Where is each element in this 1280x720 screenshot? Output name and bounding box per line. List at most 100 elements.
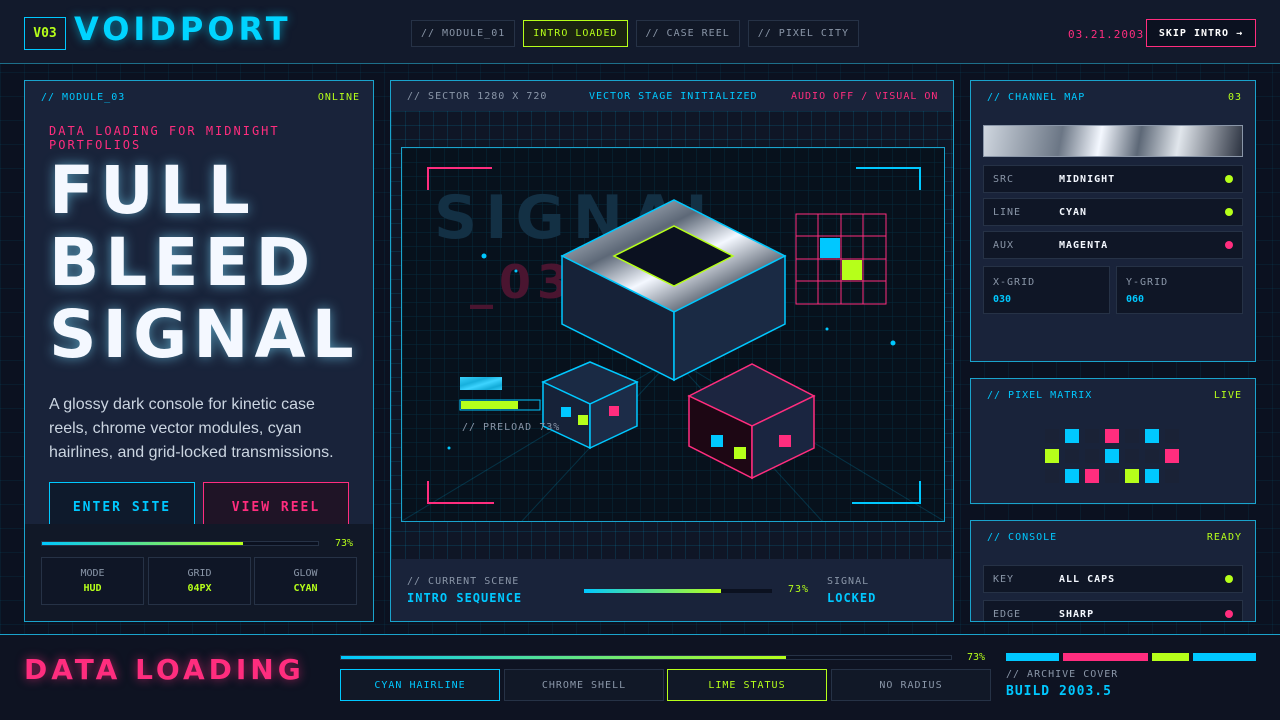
matrix-pixel bbox=[1045, 469, 1059, 483]
progress-fill bbox=[341, 656, 787, 659]
signal-dot bbox=[890, 340, 896, 346]
channel-map-label: // CHANNEL MAP bbox=[987, 92, 1086, 103]
progress-fill bbox=[42, 542, 244, 545]
swatch-lime bbox=[1152, 653, 1189, 661]
hero-title-line-1: FULL bbox=[49, 152, 256, 229]
xgrid-box: X-GRID 030 bbox=[983, 266, 1110, 314]
header-date: 03.21.2003 bbox=[1068, 28, 1145, 41]
ygrid-box: Y-GRID 060 bbox=[1116, 266, 1243, 314]
nav-tabs: // MODULE_01 INTRO LOADED // CASE REEL /… bbox=[411, 20, 860, 47]
bg-code-word: _03 bbox=[470, 255, 575, 309]
ygrid-value: 060 bbox=[1126, 294, 1145, 305]
status-dot-icon bbox=[1225, 175, 1233, 183]
swatch-cyan-2 bbox=[1193, 653, 1256, 661]
stage-illustration: SIGNAL _03 // PRELOAD 73% bbox=[401, 148, 945, 522]
matrix-pixel bbox=[1045, 449, 1059, 463]
pixel-lime bbox=[842, 260, 862, 280]
footer-progress-pct: 73% bbox=[967, 652, 986, 663]
skip-intro-button[interactable]: SKIP INTRO → bbox=[1146, 19, 1256, 47]
console-row-key-label: KEY bbox=[993, 574, 1015, 585]
tab-pixel-city[interactable]: // PIXEL CITY bbox=[747, 20, 860, 47]
console-row-key[interactable]: KEY ALL CAPS bbox=[983, 565, 1243, 593]
channel-row-value: MIDNIGHT bbox=[1059, 174, 1116, 185]
matrix-pixel bbox=[1065, 469, 1079, 483]
matrix-pixel bbox=[1105, 469, 1119, 483]
footer-progress-bar bbox=[340, 655, 952, 660]
tab-module-01[interactable]: // MODULE_01 bbox=[411, 20, 516, 47]
signal-value: LOCKED bbox=[827, 591, 877, 605]
swatch-cyan bbox=[1006, 653, 1059, 661]
tab-case-reel[interactable]: // CASE REEL bbox=[635, 20, 740, 47]
signal-dot bbox=[825, 327, 829, 331]
channel-map-header: // CHANNEL MAP 03 bbox=[987, 92, 1242, 103]
channel-row-src[interactable]: SRC MIDNIGHT bbox=[983, 165, 1243, 193]
pixel-matrix-header: // PIXEL MATRIX LIVE bbox=[987, 390, 1242, 401]
online-status: ONLINE bbox=[317, 92, 360, 103]
signal-dot bbox=[481, 253, 487, 259]
scene-pct: 73% bbox=[788, 584, 810, 595]
console-row-value: ALL CAPS bbox=[1059, 574, 1116, 585]
preload-fill bbox=[461, 401, 518, 409]
archive-value: BUILD 2003.5 bbox=[1006, 684, 1112, 699]
pixel-matrix-grid[interactable] bbox=[1045, 429, 1179, 483]
hero-title-line-2: BLEED bbox=[49, 224, 317, 301]
stat-grid-value: 04PX bbox=[187, 583, 212, 594]
matrix-pixel bbox=[1065, 429, 1079, 443]
console-status: READY bbox=[1206, 532, 1242, 543]
matrix-pixel bbox=[1085, 469, 1099, 483]
hero-kicker: DATA LOADING FOR MIDNIGHT PORTFOLIOS bbox=[49, 124, 280, 152]
matrix-pixel bbox=[1105, 449, 1119, 463]
channel-row-line[interactable]: LINE CYAN bbox=[983, 198, 1243, 226]
matrix-pixel bbox=[1165, 449, 1179, 463]
pixel-matrix-status: LIVE bbox=[1213, 390, 1242, 401]
pixel-matrix-panel: // PIXEL MATRIX LIVE bbox=[970, 378, 1256, 504]
xgrid-label: X-GRID bbox=[993, 277, 1036, 288]
hero-title: FULL BLEED SIGNAL bbox=[49, 155, 360, 371]
console-row-edge[interactable]: EDGE SHARP bbox=[983, 600, 1243, 621]
matrix-pixel bbox=[1125, 469, 1139, 483]
stat-glow-label: GLOW bbox=[293, 568, 318, 579]
hero-description: A glossy dark console for kinetic case r… bbox=[49, 396, 334, 461]
brand-logo[interactable]: VOIDPORT bbox=[74, 10, 292, 48]
swatch-magenta bbox=[1063, 653, 1148, 661]
audio-status: AUDIO OFF / VISUAL ON bbox=[791, 91, 939, 102]
console-row-value: SHARP bbox=[1059, 609, 1095, 620]
status-dot-icon bbox=[1225, 208, 1233, 216]
data-loading-title: DATA LOADING bbox=[24, 653, 305, 686]
version-badge: V03 bbox=[24, 17, 66, 50]
matrix-pixel bbox=[1125, 449, 1139, 463]
channel-row-aux[interactable]: AUX MAGENTA bbox=[983, 231, 1243, 259]
top-header: V03 VOIDPORT // MODULE_01 INTRO LOADED /… bbox=[0, 0, 1280, 64]
chip-lime-status[interactable]: LIME STATUS bbox=[667, 669, 827, 701]
stat-glow: GLOW CYAN bbox=[254, 557, 357, 605]
stage-topbar: // SECTOR 1280 X 720 VECTOR STAGE INITIA… bbox=[391, 81, 953, 111]
chip-no-radius[interactable]: NO RADIUS bbox=[831, 669, 991, 701]
hero-status-footer: 73% MODE HUD GRID 04PX GLOW CYAN bbox=[25, 524, 373, 621]
stat-mode-value: HUD bbox=[83, 583, 102, 594]
hero-panel-header: // MODULE_03 ONLINE bbox=[41, 92, 360, 103]
matrix-pixel bbox=[1165, 429, 1179, 443]
channel-row-value: MAGENTA bbox=[1059, 240, 1109, 251]
matrix-pixel bbox=[1145, 449, 1159, 463]
chip-chrome-shell[interactable]: CHROME SHELL bbox=[504, 669, 664, 701]
stage-bottombar: // CURRENT SCENE INTRO SEQUENCE 73% SIGN… bbox=[391, 559, 953, 621]
stat-glow-value: CYAN bbox=[293, 583, 318, 594]
channel-row-key: LINE bbox=[993, 207, 1022, 218]
channel-map-count: 03 bbox=[1227, 92, 1242, 103]
chip-cyan-hairline[interactable]: CYAN HAIRLINE bbox=[340, 669, 500, 701]
matrix-pixel bbox=[1085, 429, 1099, 443]
hero-progress-pct: 73% bbox=[335, 538, 354, 549]
status-dot-icon bbox=[1225, 241, 1233, 249]
stage-status: VECTOR STAGE INITIALIZED bbox=[589, 91, 758, 102]
vector-stage[interactable]: SIGNAL _03 // PRELOAD 73% bbox=[401, 147, 945, 522]
module-label: // MODULE_03 bbox=[41, 92, 126, 103]
status-dot-icon bbox=[1225, 575, 1233, 583]
console-label: // CONSOLE bbox=[987, 532, 1058, 543]
tab-intro-loaded[interactable]: INTRO LOADED bbox=[523, 20, 628, 47]
hero-title-line-3: SIGNAL bbox=[49, 296, 360, 373]
archive-label: // ARCHIVE COVER bbox=[1006, 669, 1119, 680]
ygrid-label: Y-GRID bbox=[1126, 277, 1169, 288]
status-dot-icon bbox=[1225, 610, 1233, 618]
sector-label: // SECTOR 1280 X 720 bbox=[407, 91, 548, 102]
stat-grid: GRID 04PX bbox=[148, 557, 251, 605]
